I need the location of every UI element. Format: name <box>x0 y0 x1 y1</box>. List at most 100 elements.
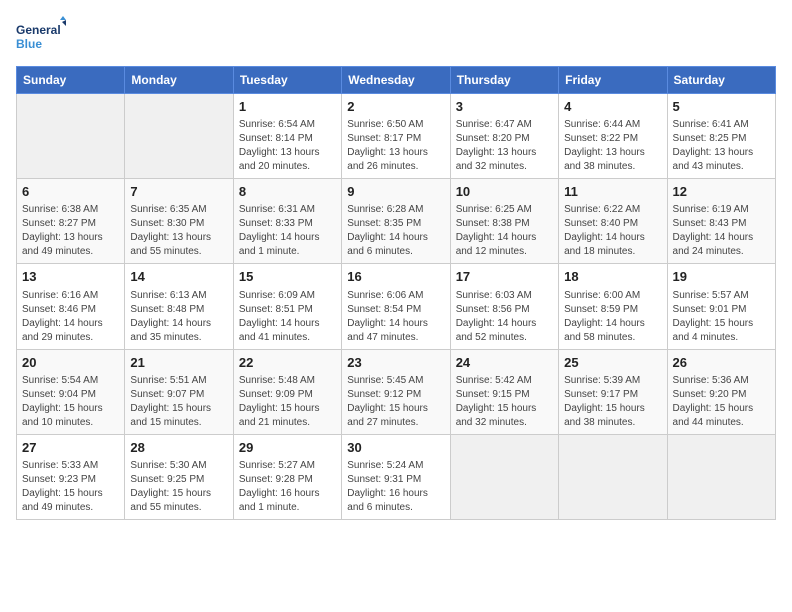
day-info: Sunrise: 5:33 AMSunset: 9:23 PMDaylight:… <box>22 459 119 515</box>
day-cell <box>559 434 667 519</box>
day-info: Sunrise: 5:42 AMSunset: 9:15 PMDaylight:… <box>456 374 553 430</box>
calendar-table: SundayMondayTuesdayWednesdayThursdayFrid… <box>16 66 776 520</box>
header: General Blue <box>16 16 776 56</box>
weekday-header-wednesday: Wednesday <box>342 67 450 94</box>
day-info: Sunrise: 6:38 AMSunset: 8:27 PMDaylight:… <box>22 203 119 259</box>
day-number: 16 <box>347 268 444 286</box>
weekday-header-monday: Monday <box>125 67 233 94</box>
weekday-header-sunday: Sunday <box>17 67 125 94</box>
svg-text:General: General <box>16 23 61 37</box>
day-number: 2 <box>347 98 444 116</box>
day-number: 21 <box>130 354 227 372</box>
day-info: Sunrise: 5:45 AMSunset: 9:12 PMDaylight:… <box>347 374 444 430</box>
day-cell <box>667 434 775 519</box>
weekday-header-tuesday: Tuesday <box>233 67 341 94</box>
day-cell: 26 Sunrise: 5:36 AMSunset: 9:20 PMDayligh… <box>667 349 775 434</box>
day-cell: 5 Sunrise: 6:41 AMSunset: 8:25 PMDaylight… <box>667 94 775 179</box>
week-row-1: 1Sunrise: 6:54 AMSunset: 8:14 PMDaylight… <box>17 94 776 179</box>
day-info: Sunrise: 6:03 AMSunset: 8:56 PMDaylight:… <box>456 289 553 345</box>
day-number: 15 <box>239 268 336 286</box>
day-info: Sunrise: 6:13 AMSunset: 8:48 PMDaylight:… <box>130 289 227 345</box>
svg-text:Blue: Blue <box>16 37 42 51</box>
day-cell: 25 Sunrise: 5:39 AMSunset: 9:17 PMDayligh… <box>559 349 667 434</box>
day-number: 20 <box>22 354 119 372</box>
day-number: 8 <box>239 183 336 201</box>
day-number: 1 <box>239 98 336 116</box>
day-info: Sunrise: 6:41 AMSunset: 8:25 PMDaylight:… <box>673 118 770 174</box>
day-number: 13 <box>22 268 119 286</box>
week-row-2: 6 Sunrise: 6:38 AMSunset: 8:27 PMDaylight… <box>17 179 776 264</box>
day-cell: 27 Sunrise: 5:33 AMSunset: 9:23 PMDayligh… <box>17 434 125 519</box>
day-number: 27 <box>22 439 119 457</box>
day-cell <box>17 94 125 179</box>
day-cell: 2Sunrise: 6:50 AMSunset: 8:17 PMDaylight… <box>342 94 450 179</box>
day-cell: 9 Sunrise: 6:28 AMSunset: 8:35 PMDaylight… <box>342 179 450 264</box>
day-number: 25 <box>564 354 661 372</box>
weekday-header-saturday: Saturday <box>667 67 775 94</box>
day-cell: 13 Sunrise: 6:16 AMSunset: 8:46 PMDayligh… <box>17 264 125 349</box>
day-number: 9 <box>347 183 444 201</box>
day-info: Sunrise: 6:22 AMSunset: 8:40 PMDaylight:… <box>564 203 661 259</box>
day-number: 7 <box>130 183 227 201</box>
day-info: Sunrise: 6:25 AMSunset: 8:38 PMDaylight:… <box>456 203 553 259</box>
day-info: Sunrise: 6:28 AMSunset: 8:35 PMDaylight:… <box>347 203 444 259</box>
day-info: Sunrise: 5:54 AMSunset: 9:04 PMDaylight:… <box>22 374 119 430</box>
day-info: Sunrise: 6:09 AMSunset: 8:51 PMDaylight:… <box>239 289 336 345</box>
day-cell: 15 Sunrise: 6:09 AMSunset: 8:51 PMDayligh… <box>233 264 341 349</box>
day-info: Sunrise: 6:44 AMSunset: 8:22 PMDaylight:… <box>564 118 661 174</box>
day-number: 12 <box>673 183 770 201</box>
day-cell: 8 Sunrise: 6:31 AMSunset: 8:33 PMDaylight… <box>233 179 341 264</box>
week-row-3: 13 Sunrise: 6:16 AMSunset: 8:46 PMDayligh… <box>17 264 776 349</box>
day-info: Sunrise: 5:51 AMSunset: 9:07 PMDaylight:… <box>130 374 227 430</box>
day-number: 6 <box>22 183 119 201</box>
week-row-4: 20 Sunrise: 5:54 AMSunset: 9:04 PMDayligh… <box>17 349 776 434</box>
day-cell: 23 Sunrise: 5:45 AMSunset: 9:12 PMDayligh… <box>342 349 450 434</box>
day-number: 23 <box>347 354 444 372</box>
day-info: Sunrise: 6:16 AMSunset: 8:46 PMDaylight:… <box>22 289 119 345</box>
weekday-header-thursday: Thursday <box>450 67 558 94</box>
day-cell: 24 Sunrise: 5:42 AMSunset: 9:15 PMDayligh… <box>450 349 558 434</box>
day-cell: 7 Sunrise: 6:35 AMSunset: 8:30 PMDaylight… <box>125 179 233 264</box>
day-number: 22 <box>239 354 336 372</box>
weekday-header-friday: Friday <box>559 67 667 94</box>
day-number: 29 <box>239 439 336 457</box>
week-row-5: 27 Sunrise: 5:33 AMSunset: 9:23 PMDayligh… <box>17 434 776 519</box>
day-number: 5 <box>673 98 770 116</box>
day-number: 3 <box>456 98 553 116</box>
day-number: 28 <box>130 439 227 457</box>
day-cell: 20 Sunrise: 5:54 AMSunset: 9:04 PMDayligh… <box>17 349 125 434</box>
day-info: Sunrise: 5:30 AMSunset: 9:25 PMDaylight:… <box>130 459 227 515</box>
day-info: Sunrise: 6:19 AMSunset: 8:43 PMDaylight:… <box>673 203 770 259</box>
day-cell: 1Sunrise: 6:54 AMSunset: 8:14 PMDaylight… <box>233 94 341 179</box>
day-info: Sunrise: 6:35 AMSunset: 8:30 PMDaylight:… <box>130 203 227 259</box>
day-info: Sunrise: 5:57 AMSunset: 9:01 PMDaylight:… <box>673 289 770 345</box>
day-number: 26 <box>673 354 770 372</box>
day-cell: 3Sunrise: 6:47 AMSunset: 8:20 PMDaylight… <box>450 94 558 179</box>
day-number: 17 <box>456 268 553 286</box>
day-number: 11 <box>564 183 661 201</box>
day-number: 30 <box>347 439 444 457</box>
day-number: 10 <box>456 183 553 201</box>
day-info: Sunrise: 5:24 AMSunset: 9:31 PMDaylight:… <box>347 459 444 515</box>
day-cell: 17 Sunrise: 6:03 AMSunset: 8:56 PMDayligh… <box>450 264 558 349</box>
day-number: 4 <box>564 98 661 116</box>
day-number: 19 <box>673 268 770 286</box>
day-info: Sunrise: 6:31 AMSunset: 8:33 PMDaylight:… <box>239 203 336 259</box>
day-info: Sunrise: 5:36 AMSunset: 9:20 PMDaylight:… <box>673 374 770 430</box>
day-cell: 14 Sunrise: 6:13 AMSunset: 8:48 PMDayligh… <box>125 264 233 349</box>
day-cell: 30 Sunrise: 5:24 AMSunset: 9:31 PMDayligh… <box>342 434 450 519</box>
day-cell: 29 Sunrise: 5:27 AMSunset: 9:28 PMDayligh… <box>233 434 341 519</box>
logo: General Blue <box>16 16 66 56</box>
day-cell: 21 Sunrise: 5:51 AMSunset: 9:07 PMDayligh… <box>125 349 233 434</box>
day-cell: 18 Sunrise: 6:00 AMSunset: 8:59 PMDayligh… <box>559 264 667 349</box>
day-info: Sunrise: 5:27 AMSunset: 9:28 PMDaylight:… <box>239 459 336 515</box>
day-number: 14 <box>130 268 227 286</box>
logo-svg: General Blue <box>16 16 66 56</box>
day-cell: 6 Sunrise: 6:38 AMSunset: 8:27 PMDaylight… <box>17 179 125 264</box>
day-number: 18 <box>564 268 661 286</box>
day-number: 24 <box>456 354 553 372</box>
day-cell: 22 Sunrise: 5:48 AMSunset: 9:09 PMDayligh… <box>233 349 341 434</box>
day-info: Sunrise: 6:00 AMSunset: 8:59 PMDaylight:… <box>564 289 661 345</box>
day-info: Sunrise: 5:39 AMSunset: 9:17 PMDaylight:… <box>564 374 661 430</box>
day-info: Sunrise: 5:48 AMSunset: 9:09 PMDaylight:… <box>239 374 336 430</box>
